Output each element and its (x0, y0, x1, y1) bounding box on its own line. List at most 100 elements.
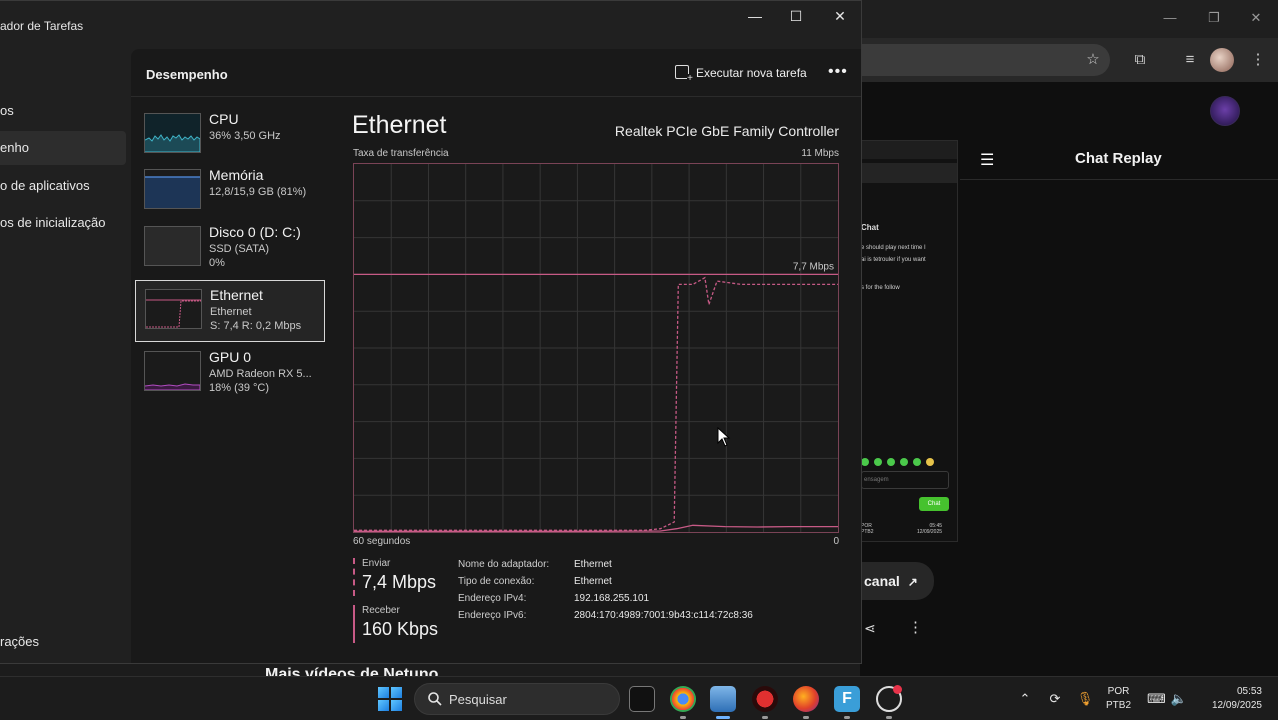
perf-item-memory[interactable]: Memória 12,8/15,9 GB (81%) (135, 161, 325, 223)
running-indicator (762, 716, 768, 719)
input-language[interactable]: POR PTB2 (1106, 685, 1131, 713)
perf-item-detail: SSD (SATA) (209, 243, 270, 255)
chat-replay-title: Chat Replay (1075, 150, 1162, 167)
browser-minimize-button[interactable]: — (1162, 10, 1178, 26)
browser-titlebar: — ❐ ✕ (860, 0, 1278, 38)
memory-mini-graph (144, 169, 201, 209)
extensions-icon[interactable]: ⧉ (1130, 50, 1150, 70)
bookmark-star-icon[interactable]: ☆ (1083, 50, 1103, 70)
windows-logo-icon (391, 687, 402, 698)
perf-item-name: Disco 0 (D: C:) (209, 224, 301, 240)
run-new-task-button[interactable]: Executar nova tarefa (675, 65, 807, 85)
zero-axis-label: 0 (833, 536, 839, 547)
thumb-titlebar (861, 141, 957, 159)
thumb-toolbar (861, 163, 957, 183)
receive-stat: Receber 160 Kbps (353, 605, 438, 643)
terminal-app-icon[interactable] (629, 686, 655, 712)
more-options-icon[interactable]: ⋮ (908, 618, 923, 636)
prop-value-ipv4: 192.168.255.101 (574, 593, 650, 604)
windows-logo-icon (391, 700, 402, 711)
close-button[interactable]: ✕ (830, 6, 850, 26)
perf-item-detail: S: 7,4 R: 0,2 Mbps (210, 320, 302, 332)
browser-restore-button[interactable]: ❐ (1206, 10, 1222, 26)
perf-item-name: GPU 0 (209, 349, 252, 365)
thumb-tray-lang: POR PTB2 (861, 523, 874, 535)
notification-badge (893, 685, 902, 694)
thumb-emote-row (861, 453, 951, 466)
minimize-button[interactable]: — (745, 6, 765, 26)
clock-date: 12/09/2025 (1211, 700, 1262, 711)
receive-label: Receber (362, 605, 400, 616)
performance-header: Desempenho Executar nova tarefa ••• (131, 49, 861, 97)
sync-icon[interactable]: ⟳ (1046, 690, 1064, 708)
thumb-tray-clock: 05:45 12/09/2025 (917, 523, 943, 535)
send-value: 7,4 Mbps (362, 572, 437, 592)
send-stat: Enviar 7,4 Mbps (353, 558, 436, 596)
task-manager-app-icon[interactable] (710, 686, 736, 712)
perf-item-detail: 18% (39 °C) (209, 382, 270, 394)
browser-close-button[interactable]: ✕ (1248, 10, 1264, 26)
perf-item-gpu[interactable]: GPU 0 AMD Radeon RX 5... 18% (39 °C) (135, 343, 325, 405)
prop-key-connection-type: Tipo de conexão: (458, 576, 535, 587)
nav-item-performance[interactable]: enho (0, 131, 126, 165)
cpu-mini-graph (144, 113, 201, 153)
browser-toolbar: ☆ ⧉ ≡ ⋮ (860, 38, 1278, 82)
thumb-chat-line: ai is tetrouler if you want (861, 257, 926, 263)
channel-avatar[interactable] (1210, 96, 1240, 126)
perf-item-name: Ethernet (210, 287, 263, 303)
perf-item-detail: 12,8/15,9 GB (81%) (209, 186, 307, 198)
throughput-chart: 7,7 Mbps (354, 164, 838, 532)
nav-item-processes[interactable]: os (0, 94, 126, 128)
perf-item-name: Memória (209, 167, 264, 183)
more-options-button[interactable]: ••• (828, 63, 848, 81)
navigation-pane: os enho o de aplicativos os de inicializ… (0, 49, 131, 663)
perf-item-detail: 36% 3,50 GHz (209, 130, 281, 142)
background-browser-window: — ❐ ✕ ☆ ⧉ ≡ ⋮ Chat e should play next ti… (860, 0, 1278, 676)
chevron-up-icon[interactable]: ⌃ (1016, 690, 1034, 708)
lang-line2: PTB2 (1106, 700, 1132, 711)
search-icon (428, 692, 442, 706)
performance-content: Desempenho Executar nova tarefa ••• CPU … (131, 49, 861, 663)
perf-item-ethernet[interactable]: Ethernet Ethernet S: 7,4 R: 0,2 Mbps (135, 280, 325, 342)
search-placeholder: Pesquisar (449, 692, 507, 707)
browser-menu-icon[interactable]: ⋮ (1248, 50, 1268, 70)
start-button[interactable] (378, 687, 402, 711)
media-control-icon[interactable]: ≡ (1180, 50, 1200, 70)
microphone-icon[interactable]: 🎙 (1076, 690, 1094, 708)
perf-item-cpu[interactable]: CPU 36% 3,50 GHz (135, 105, 325, 167)
address-bar[interactable] (860, 44, 1110, 76)
receive-value: 160 Kbps (362, 619, 439, 639)
prop-value-adapter-name: Ethernet (574, 559, 612, 570)
prop-key-ipv6: Endereço IPv6: (458, 610, 527, 621)
channel-button-label: canal (864, 573, 900, 589)
chat-replay-header: ☰ Chat Replay (960, 140, 1278, 180)
thumb-message-input: ensagem (861, 471, 949, 489)
firefox-app-icon[interactable] (793, 686, 819, 712)
thumb-chat-line: s for the follow (861, 285, 900, 291)
volume-icon[interactable]: 🔈 (1170, 690, 1188, 708)
running-indicator (844, 716, 850, 719)
time-axis-label: 60 segundos (353, 536, 411, 547)
profile-avatar[interactable] (1210, 48, 1234, 72)
nav-item-settings[interactable]: rações (0, 625, 126, 659)
share-icon[interactable]: ⋖ (864, 620, 876, 637)
perf-item-detail: AMD Radeon RX 5... (209, 368, 312, 380)
taskbar-search[interactable]: Pesquisar (414, 683, 620, 715)
perf-item-disk[interactable]: Disco 0 (D: C:) SSD (SATA) 0% (135, 218, 325, 280)
f-app-icon[interactable]: F (834, 686, 860, 712)
mouse-cursor-icon (717, 427, 731, 447)
prop-value-ipv6: 2804:170:4989:7001:9b43:c114:72c8:36 (574, 610, 753, 621)
nav-item-app-history[interactable]: o de aplicativos (0, 169, 126, 203)
network-icon[interactable]: ⌨ (1147, 690, 1166, 708)
chrome-app-icon[interactable] (670, 686, 696, 712)
clock[interactable]: 05:53 12/09/2025 (1200, 685, 1262, 713)
send-label: Enviar (362, 558, 391, 569)
maximize-button[interactable]: ☐ (786, 6, 806, 26)
red-app-icon[interactable] (752, 686, 778, 712)
nav-item-startup-apps[interactable]: os de inicialização (0, 206, 126, 240)
windows-logo-icon (378, 700, 389, 711)
ethernet-mini-graph (145, 289, 202, 329)
channel-button[interactable]: canal ↗ (860, 562, 934, 600)
page-title: Desempenho (146, 67, 228, 82)
chat-menu-icon[interactable]: ☰ (980, 150, 994, 170)
